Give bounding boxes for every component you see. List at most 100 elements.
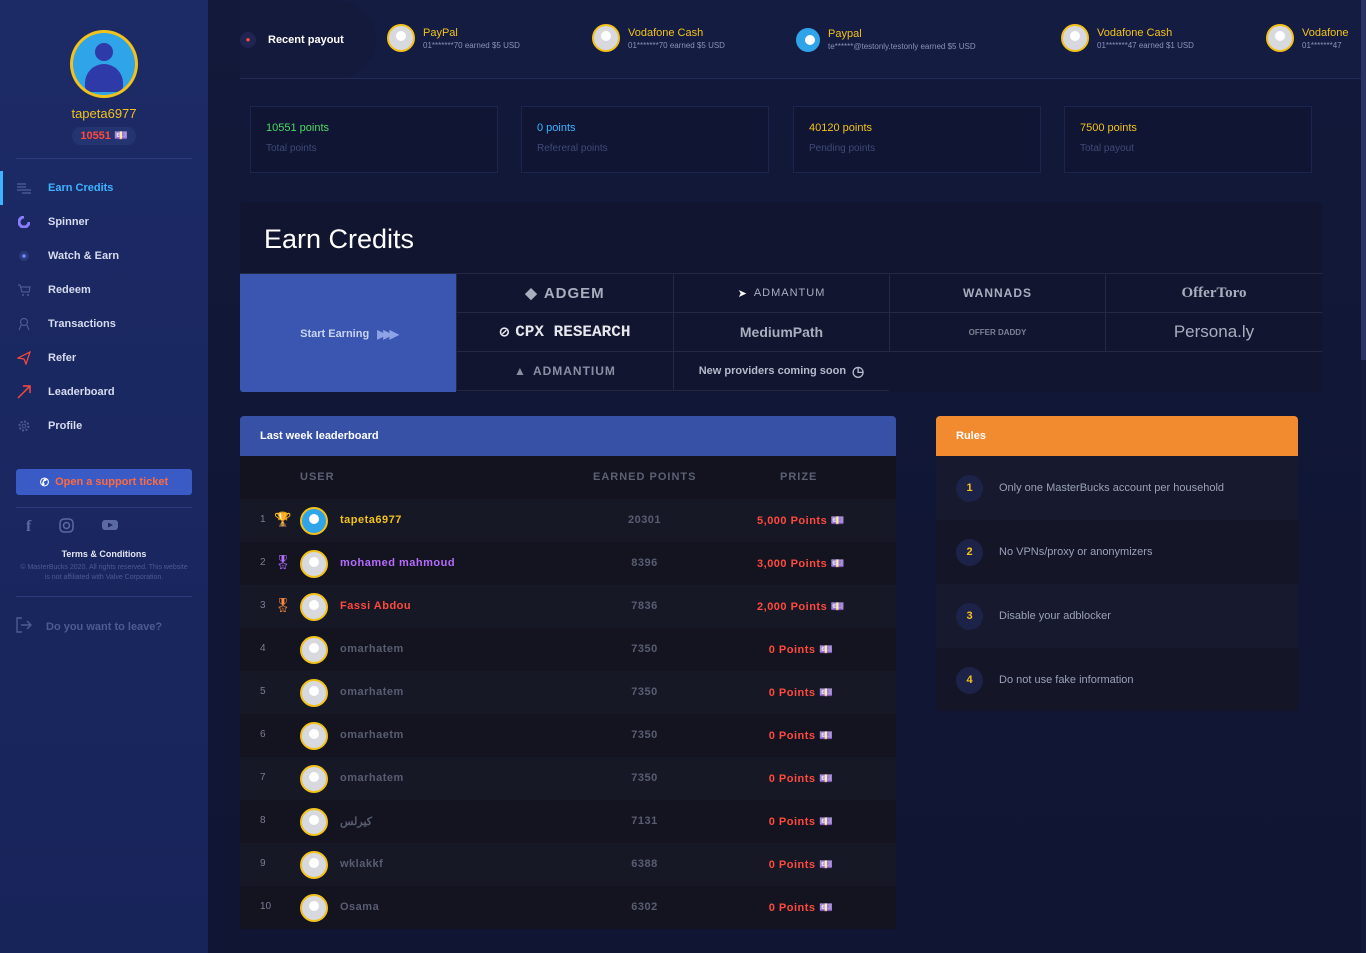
prize: 5,000 Points 💷 (757, 515, 845, 527)
leaderboard-username[interactable]: Osama (340, 901, 379, 913)
social-links: f (26, 518, 146, 536)
provider-admantum[interactable]: ➤ ADMANTUM (673, 274, 889, 313)
table-row: 5 omarhatem 7350 0 Points 💷 (240, 671, 896, 714)
provider-cpx-research[interactable]: ⊘ CPX RESEARCH (456, 313, 673, 352)
sidebar-nav: Earn Credits Spinner Watch & Earn Redeem (0, 171, 208, 443)
table-row: 10 Osama 6302 0 Points 💷 (240, 886, 896, 929)
provider-adgem[interactable]: ◆ ADGEM (456, 274, 673, 313)
sidebar-item-transactions[interactable]: Transactions (0, 307, 208, 341)
provider-admantium[interactable]: ▲ ADMANTIUM (456, 352, 673, 391)
start-earning-button[interactable]: Start Earning ▶▶▶ (240, 274, 456, 392)
payout-item: Vodafone Cash 01*******47 earned $1 USD (1061, 24, 1194, 52)
provider-wannads[interactable]: WANNADS (889, 274, 1105, 313)
provider-offertoro[interactable]: OfferToro (1105, 274, 1322, 313)
sidebar-item-profile[interactable]: Profile (0, 409, 208, 443)
avatar (1266, 24, 1294, 52)
payout-item: PayPal 01*******70 earned $5 USD (387, 24, 520, 52)
provider-label: CPX RESEARCH (515, 323, 631, 341)
logout-button[interactable]: Do you want to leave? (16, 617, 162, 636)
leaderboard-username[interactable]: Fassi Abdou (340, 600, 411, 612)
youtube-icon[interactable] (102, 518, 119, 536)
table-row: 4 omarhatem 7350 0 Points 💷 (240, 628, 896, 671)
provider-label: ADGEM (543, 284, 605, 302)
instagram-icon[interactable] (59, 518, 75, 536)
sidebar-item-spinner[interactable]: Spinner (0, 205, 208, 239)
sidebar-item-watch-earn[interactable]: Watch & Earn (0, 239, 208, 273)
terms-link[interactable]: Terms & Conditions (0, 549, 208, 559)
sidebar-item-leaderboard[interactable]: Leaderboard (0, 375, 208, 409)
leaderboard-username[interactable]: omarhatem (340, 686, 404, 698)
payout-detail: te******@testonly.testonly earned $5 USD (828, 42, 976, 51)
facebook-icon[interactable]: f (26, 518, 31, 536)
earned-points: 6302 (631, 901, 658, 913)
leaderboard-username[interactable]: mohamed mahmoud (340, 557, 455, 569)
sidebar-item-label: Transactions (48, 318, 116, 330)
prize: 0 Points 💷 (768, 644, 834, 656)
rank: 4 (260, 643, 266, 654)
leaderboard-username[interactable]: omarhatem (340, 643, 404, 655)
earn-credits-panel: Earn Credits Start Earning ▶▶▶ ◆ ADGEM ➤ A… (240, 202, 1322, 392)
leaderboard-username[interactable]: omarhaetm (340, 729, 404, 741)
table-row: 2 🎖 mohamed mahmoud 8396 3,000 Points 💷 (240, 542, 896, 585)
leaderboard-header-row: USER EARNED POINTS PRIZE (240, 456, 896, 499)
leaderboard-username[interactable]: omarhatem (340, 772, 404, 784)
trophy-icon: 🎖 (274, 554, 292, 570)
arrows-icon: ▶▶▶ (377, 326, 399, 341)
table-row: 7 omarhatem 7350 0 Points 💷 (240, 757, 896, 800)
copyright-text: © MasterBucks 2020. All rights reserved.… (20, 564, 188, 581)
stat-value: 0 points (537, 122, 576, 134)
table-row: 8 كيرلس 7131 0 Points 💷 (240, 800, 896, 843)
gear-icon (16, 418, 32, 434)
scrollbar[interactable] (1361, 0, 1366, 953)
rule-item: 3 Disable your adblocker (936, 584, 1298, 648)
provider-mediumpath[interactable]: MediumPath (673, 313, 889, 352)
payout-detail: 01*******70 earned $5 USD (628, 41, 725, 50)
prize: 0 Points 💷 (768, 859, 834, 871)
leaderboard-username[interactable]: كيرلس (340, 815, 372, 828)
column-user: USER (300, 471, 335, 483)
sidebar-item-label: Refer (48, 352, 77, 364)
provider-label: New providers coming soon (698, 365, 847, 377)
leaderboard-username[interactable]: tapeta6977 (340, 514, 402, 526)
avatar (1061, 24, 1089, 52)
prize: 3,000 Points 💷 (757, 558, 845, 570)
stat-total-points: 10551 points Total points (250, 106, 498, 173)
leaderboard-username[interactable]: wklakkf (340, 858, 383, 870)
stat-label: Total points (266, 143, 317, 154)
table-row: 9 wklakkf 6388 0 Points 💷 (240, 843, 896, 886)
provider-offer-daddy[interactable]: OFFER DADDY (889, 313, 1105, 352)
support-ticket-button[interactable]: ✆ Open a support ticket (16, 469, 192, 495)
prize: 0 Points 💷 (768, 902, 834, 914)
table-row: 3 🎖 Fassi Abdou 7836 2,000 Points 💷 (240, 585, 896, 628)
transactions-icon (16, 316, 32, 332)
sidebar-item-label: Profile (48, 420, 83, 432)
scrollbar-thumb[interactable] (1361, 0, 1366, 360)
avatar (387, 24, 415, 52)
recent-payout-title: Recent payout (268, 33, 344, 46)
coins-icon (16, 180, 32, 196)
user-avatar-icon (73, 33, 135, 95)
sidebar-item-redeem[interactable]: Redeem (0, 273, 208, 307)
rank: 10 (260, 901, 272, 912)
sidebar-item-earn-credits[interactable]: Earn Credits (0, 171, 208, 205)
clock-icon: ◷ (852, 362, 865, 379)
rule-text: Only one MasterBucks account per househo… (999, 482, 1225, 494)
sidebar-item-refer[interactable]: Refer (0, 341, 208, 375)
rule-text: Do not use fake information (999, 674, 1134, 686)
rank: 7 (260, 772, 266, 783)
rules-panel: Rules 1 Only one MasterBucks account per … (936, 416, 1298, 711)
leaderboard-rows: 1 🏆 tapeta6977 20301 5,000 Points 💷 2 🎖 mohamed… (240, 499, 896, 929)
leaderboard-panel: Last week leaderboard USER EARNED POINTS… (240, 416, 896, 929)
earned-points: 8396 (631, 557, 658, 569)
mountain-icon: ▲ (514, 364, 527, 378)
prize: 0 Points 💷 (768, 816, 834, 828)
avatar (300, 722, 328, 750)
prize: 2,000 Points 💷 (757, 601, 845, 613)
provider-label: ADMANTIUM (532, 364, 616, 378)
avatar[interactable] (70, 30, 138, 98)
payout-item: Vodafone Cash 01*******70 earned $5 USD (592, 24, 725, 52)
sidebar-item-label: Watch & Earn (48, 250, 120, 262)
cart-icon (16, 282, 32, 298)
provider-personaly[interactable]: Persona.ly (1105, 313, 1322, 352)
avatar (300, 894, 328, 922)
